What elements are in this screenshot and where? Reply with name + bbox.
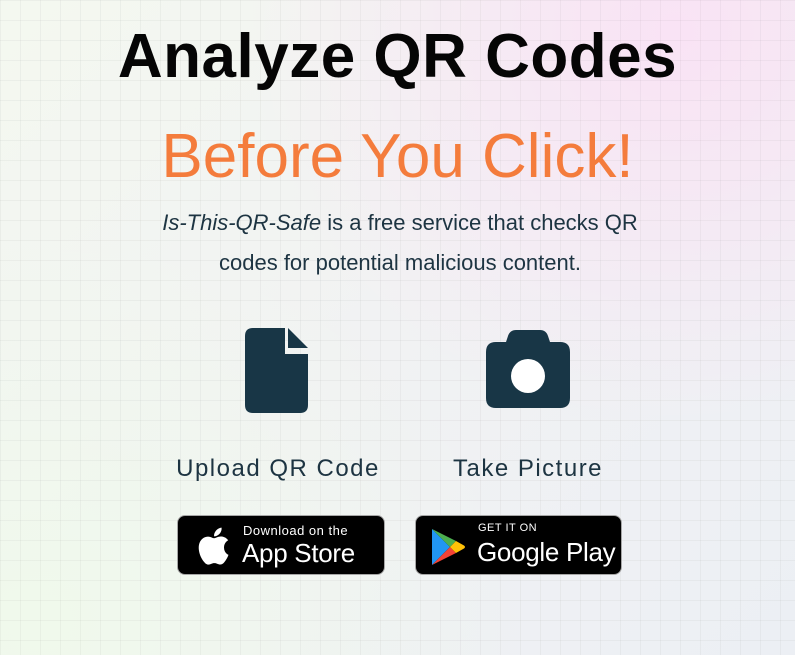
apple-icon: [198, 527, 229, 565]
take-picture-button[interactable]: Take Picture: [428, 325, 628, 483]
brand-name: Is-This-QR-Safe: [162, 210, 322, 235]
app-store-badge[interactable]: Download on the App Store: [177, 515, 385, 575]
google-play-badge[interactable]: GET IT ON Google Play: [415, 515, 622, 575]
service-description: Is-This-QR-Safe is a free service that c…: [130, 203, 670, 283]
upload-qr-code-button[interactable]: Upload QR Code: [168, 325, 388, 483]
file-icon: [245, 328, 308, 413]
page-subtitle: Before You Click!: [161, 122, 634, 191]
upload-qr-code-label: Upload QR Code: [176, 455, 380, 482]
app-store-small-text: Download on the: [243, 523, 349, 538]
google-play-icon: [432, 529, 465, 565]
google-play-small-text: GET IT ON: [478, 522, 538, 534]
page-title: Analyze QR Codes: [117, 22, 678, 91]
camera-icon: [486, 330, 570, 408]
google-play-big-text: Google Play: [477, 537, 616, 567]
app-store-big-text: App Store: [242, 538, 355, 568]
take-picture-label: Take Picture: [452, 455, 604, 482]
